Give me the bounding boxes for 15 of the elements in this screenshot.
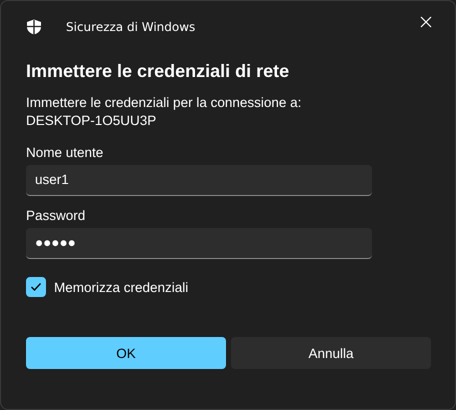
ok-button[interactable]: OK [26,337,226,369]
checkbox[interactable] [26,277,46,297]
input-field[interactable]: ●●●●● [26,228,372,259]
cancel-button[interactable]: Annulla [231,337,431,369]
checkmark-icon [30,282,42,292]
checkbox-label[interactable]: Memorizza credenziali [54,280,188,294]
window-title: Sicurezza di Windows [66,20,196,34]
description-text: DESKTOP-1O5UU3P [26,112,158,130]
field-label: Password [26,207,86,225]
close-icon [420,16,432,28]
description-text: Immettere le credenziali per la connessione a: [26,94,302,112]
input-field[interactable]: user1 [26,165,372,196]
dialog-heading: Immettere le credenziali di rete [26,60,290,83]
shield-icon [26,19,42,35]
field-label: Nome utente [26,144,104,162]
